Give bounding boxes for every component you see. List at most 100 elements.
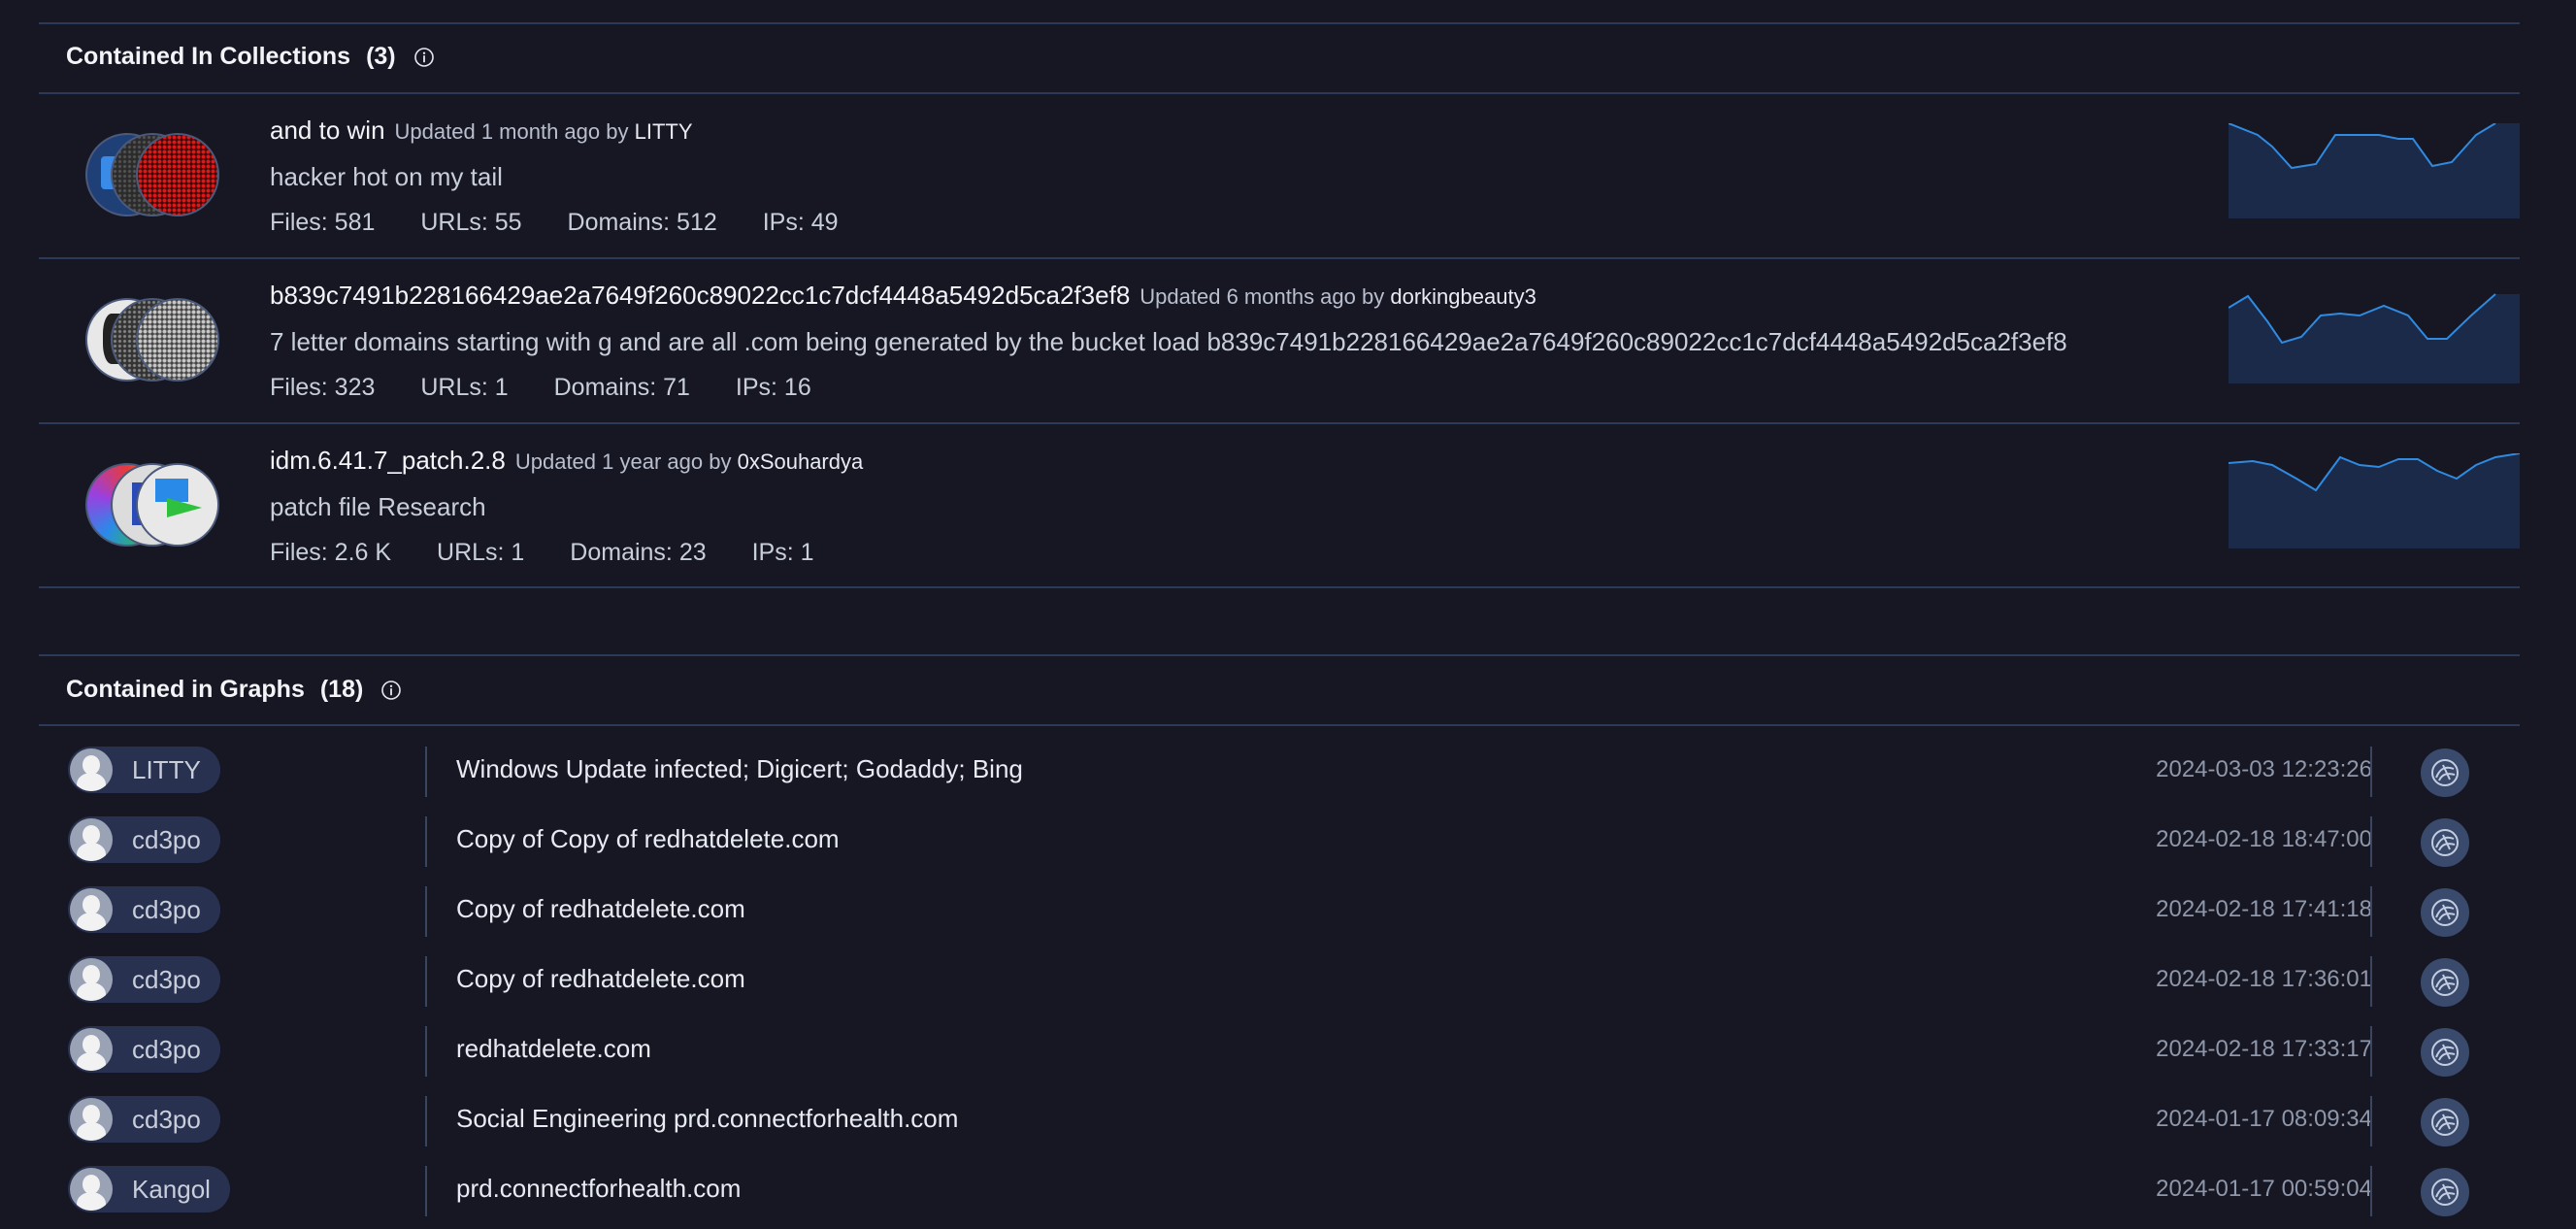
graph-row[interactable]: cd3po Copy of redhatdelete.com 2024-02-1…	[39, 877, 2520, 947]
collection-name[interactable]: and to win	[270, 116, 385, 145]
separator	[425, 886, 427, 937]
user-chip[interactable]: Kangol	[68, 1166, 230, 1212]
stat-urls: URLs: 1	[437, 539, 525, 566]
collection-stats: Files: 323 URLs: 1 Domains: 71 IPs: 16	[270, 374, 850, 402]
user-name: cd3po	[132, 964, 201, 994]
stat-domains: Domains: 23	[570, 539, 707, 566]
graph-title[interactable]: Copy of Copy of redhatdelete.com	[456, 824, 840, 854]
graph-row[interactable]: LITTY Windows Update infected; Digicert;…	[39, 737, 2520, 807]
separator	[425, 816, 427, 867]
collections-header: Contained In Collections (3)	[66, 43, 435, 71]
graph-row[interactable]: cd3po Copy of redhatdelete.com 2024-02-1…	[39, 947, 2520, 1016]
graph-title[interactable]: Social Engineering prd.connectforhealth.…	[456, 1104, 958, 1134]
separator	[2370, 956, 2372, 1007]
avatar	[70, 888, 113, 931]
stat-urls: URLs: 1	[420, 374, 509, 401]
info-icon[interactable]	[380, 680, 402, 701]
collection-author[interactable]: LITTY	[635, 119, 693, 144]
user-chip[interactable]: cd3po	[68, 816, 220, 863]
user-name: cd3po	[132, 1034, 201, 1064]
user-name: Kangol	[132, 1174, 211, 1204]
graph-icon	[2431, 1039, 2459, 1066]
graph-icon	[2431, 1179, 2459, 1206]
collection-row[interactable]: and to win Updated 1 month ago by LITTY h…	[39, 94, 2520, 257]
user-name: cd3po	[132, 894, 201, 924]
graph-row[interactable]: cd3po redhatdelete.com 2024-02-18 17:33:…	[39, 1016, 2520, 1086]
collection-avatars	[85, 298, 231, 382]
graph-date: 2024-01-17 08:09:34	[2156, 1106, 2372, 1132]
avatar	[70, 818, 113, 861]
collections-title: Contained In Collections	[66, 43, 351, 70]
graph-title[interactable]: Windows Update infected; Digicert; Godad…	[456, 754, 1023, 784]
avatar	[70, 1028, 113, 1071]
divider	[39, 654, 2520, 656]
graph-title[interactable]: redhatdelete.com	[456, 1034, 651, 1064]
open-graph-button[interactable]	[2421, 818, 2469, 867]
collection-description: patch file Research	[270, 492, 486, 521]
collection-author[interactable]: dorkingbeauty3	[1390, 284, 1536, 309]
graph-icon	[2431, 829, 2459, 856]
info-icon[interactable]	[413, 47, 435, 68]
collection-thumbnail	[136, 298, 219, 382]
open-graph-button[interactable]	[2421, 888, 2469, 937]
graphs-header: Contained in Graphs (18)	[66, 676, 402, 704]
collections-count: (3)	[366, 43, 396, 70]
activity-sparkline	[2229, 123, 2520, 218]
collection-description: 7 letter domains starting with g and are…	[270, 327, 2067, 356]
graphs-count: (18)	[319, 676, 364, 703]
stat-files: Files: 323	[270, 374, 376, 401]
collection-updated: Updated 1 year ago by	[514, 449, 732, 474]
separator	[425, 1026, 427, 1077]
graph-row[interactable]: cd3po Copy of Copy of redhatdelete.com 2…	[39, 807, 2520, 877]
graph-title[interactable]: Copy of redhatdelete.com	[456, 964, 745, 994]
graph-date: 2024-02-18 17:36:01	[2156, 966, 2372, 992]
avatar	[70, 1098, 113, 1141]
graph-date: 2024-02-18 17:33:17	[2156, 1036, 2372, 1062]
user-chip[interactable]: LITTY	[68, 747, 220, 793]
separator	[425, 1166, 427, 1216]
collection-stats: Files: 2.6 K URLs: 1 Domains: 23 IPs: 1	[270, 539, 853, 567]
collection-avatars	[85, 133, 231, 216]
collection-stats: Files: 581 URLs: 55 Domains: 512 IPs: 49	[270, 209, 877, 237]
graph-row[interactable]: cd3po Social Engineering prd.connectforh…	[39, 1086, 2520, 1156]
divider	[39, 586, 2520, 588]
user-chip[interactable]: cd3po	[68, 886, 220, 933]
separator	[2370, 1096, 2372, 1146]
graph-date: 2024-02-18 17:41:18	[2156, 896, 2372, 922]
open-graph-button[interactable]	[2421, 1098, 2469, 1146]
graph-icon	[2431, 969, 2459, 996]
avatar	[70, 748, 113, 791]
stat-domains: Domains: 71	[553, 374, 690, 401]
separator	[2370, 886, 2372, 937]
open-graph-button[interactable]	[2421, 1028, 2469, 1077]
collection-thumbnail	[136, 463, 219, 547]
stat-ips: IPs: 16	[735, 374, 811, 401]
collection-row[interactable]: b839c7491b228166429ae2a7649f260c89022cc1…	[39, 259, 2520, 422]
avatar	[70, 1168, 113, 1211]
open-graph-button[interactable]	[2421, 1168, 2469, 1216]
open-graph-button[interactable]	[2421, 958, 2469, 1007]
collection-updated: Updated 1 month ago by	[394, 119, 629, 144]
collection-name[interactable]: idm.6.41.7_patch.2.8	[270, 446, 506, 475]
separator	[2370, 816, 2372, 867]
user-chip[interactable]: cd3po	[68, 956, 220, 1003]
graph-row[interactable]: Kangol prd.connectforhealth.com 2024-01-…	[39, 1156, 2520, 1226]
avatar	[70, 958, 113, 1001]
graph-date: 2024-01-17 00:59:04	[2156, 1176, 2372, 1202]
user-chip[interactable]: cd3po	[68, 1026, 220, 1073]
collection-thumbnail	[136, 133, 219, 216]
open-graph-button[interactable]	[2421, 748, 2469, 797]
activity-sparkline	[2229, 453, 2520, 548]
stat-files: Files: 2.6 K	[270, 539, 392, 566]
graph-title[interactable]: prd.connectforhealth.com	[456, 1174, 741, 1204]
user-chip[interactable]: cd3po	[68, 1096, 220, 1143]
collection-title: b839c7491b228166429ae2a7649f260c89022cc1…	[270, 281, 1536, 311]
graphs-title: Contained in Graphs	[66, 676, 305, 703]
collection-name[interactable]: b839c7491b228166429ae2a7649f260c89022cc1…	[270, 281, 1130, 310]
stat-domains: Domains: 512	[567, 209, 717, 236]
collection-author[interactable]: 0xSouhardya	[738, 449, 864, 474]
graph-title[interactable]: Copy of redhatdelete.com	[456, 894, 745, 924]
separator	[425, 956, 427, 1007]
graph-date: 2024-02-18 18:47:00	[2156, 826, 2372, 852]
collection-row[interactable]: idm.6.41.7_patch.2.8 Updated 1 year ago b…	[39, 424, 2520, 587]
